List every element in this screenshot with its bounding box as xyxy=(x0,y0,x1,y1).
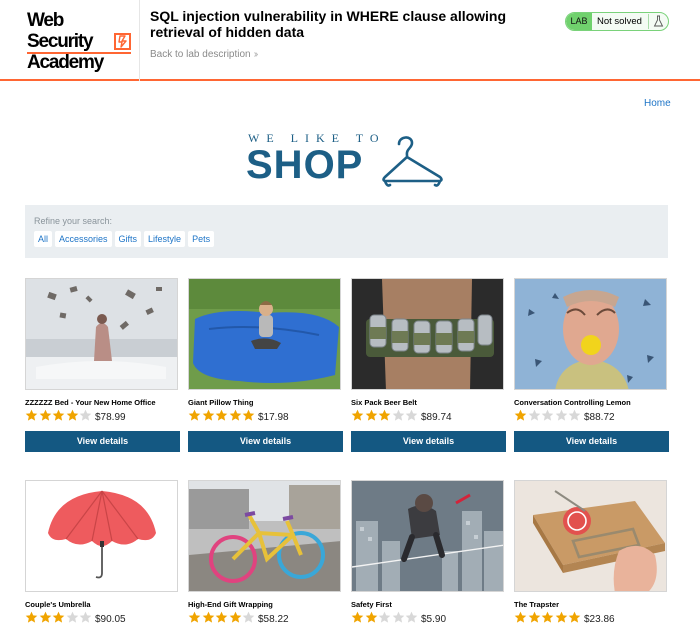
star-filled-icon xyxy=(555,611,567,623)
star-empty-icon xyxy=(568,409,581,421)
star-filled-icon xyxy=(514,409,527,421)
star-filled-icon xyxy=(39,409,51,421)
product-image[interactable] xyxy=(188,278,341,390)
logo-line-2: Academy xyxy=(27,52,104,73)
lab-status-widget: LAB Not solved xyxy=(565,12,669,31)
star-filled-icon xyxy=(215,611,228,623)
refine-search-label: Refine your search: xyxy=(34,216,113,226)
star-filled-icon xyxy=(39,611,51,623)
home-link[interactable]: Home xyxy=(644,98,671,109)
star-filled-icon xyxy=(514,611,527,623)
view-details-button[interactable]: View details xyxy=(514,431,669,452)
header-divider xyxy=(139,0,140,81)
flask-icon xyxy=(648,14,667,29)
product-name: Giant Pillow Thing xyxy=(188,398,254,407)
view-details-button[interactable]: View details xyxy=(188,431,343,452)
star-filled-icon xyxy=(52,409,65,421)
category-filter-list: All Accessories Gifts Lifestyle Pets xyxy=(34,231,215,247)
back-to-lab-description-link[interactable]: Back to lab description ›› xyxy=(150,49,258,60)
product-price: $17.98 xyxy=(258,412,289,423)
product-image[interactable] xyxy=(514,278,667,390)
product-image[interactable] xyxy=(25,278,178,390)
product-image[interactable] xyxy=(188,480,341,592)
star-filled-icon xyxy=(528,611,540,623)
star-filled-icon xyxy=(25,409,38,421)
product-price: $88.72 xyxy=(584,412,615,423)
filter-gifts[interactable]: Gifts xyxy=(114,231,142,247)
star-filled-icon xyxy=(242,409,255,421)
star-empty-icon xyxy=(66,611,78,623)
product-name: Six Pack Beer Belt xyxy=(351,398,417,407)
product-image[interactable] xyxy=(514,480,667,592)
star-empty-icon xyxy=(242,611,255,623)
star-filled-icon xyxy=(66,409,78,421)
product-image[interactable] xyxy=(351,480,504,592)
product-name: Conversation Controlling Lemon xyxy=(514,398,631,407)
product-price: $89.74 xyxy=(421,412,452,423)
search-panel: Refine your search: All Accessories Gift… xyxy=(25,205,668,258)
product-name: The Trapster xyxy=(514,600,560,609)
product-name: High-End Gift Wrapping xyxy=(188,600,273,609)
star-filled-icon xyxy=(215,409,228,421)
star-empty-icon xyxy=(405,611,418,623)
star-filled-icon xyxy=(202,611,214,623)
view-details-button[interactable]: View details xyxy=(351,431,506,452)
back-link-label: Back to lab description xyxy=(150,49,251,60)
star-filled-icon xyxy=(25,611,38,623)
banner-shop-word: SHOP xyxy=(246,143,364,187)
logo-underline xyxy=(27,52,131,54)
star-empty-icon xyxy=(528,409,540,421)
star-filled-icon xyxy=(568,611,581,623)
product-image[interactable] xyxy=(25,480,178,592)
filter-accessories[interactable]: Accessories xyxy=(55,231,112,247)
lightning-icon xyxy=(114,33,131,50)
academy-header: Web Security Academy SQL injection vulne… xyxy=(0,0,700,81)
product-image[interactable] xyxy=(351,278,504,390)
star-empty-icon xyxy=(392,611,404,623)
web-security-academy-logo[interactable]: Web Security Academy xyxy=(27,10,131,73)
star-empty-icon xyxy=(392,409,404,421)
product-name: Safety First xyxy=(351,600,392,609)
filter-lifestyle[interactable]: Lifestyle xyxy=(144,231,186,247)
product-name: ZZZZZZ Bed - Your New Home Office xyxy=(25,398,156,407)
star-filled-icon xyxy=(351,409,364,421)
star-filled-icon xyxy=(351,611,364,623)
star-filled-icon xyxy=(52,611,65,623)
star-filled-icon xyxy=(188,409,201,421)
view-details-button[interactable]: View details xyxy=(25,431,180,452)
star-filled-icon xyxy=(365,409,377,421)
star-empty-icon xyxy=(79,409,92,421)
star-filled-icon xyxy=(188,611,201,623)
filter-pets[interactable]: Pets xyxy=(188,231,215,247)
product-price: $58.22 xyxy=(258,614,289,625)
star-empty-icon xyxy=(405,409,418,421)
star-filled-icon xyxy=(378,409,391,421)
star-empty-icon xyxy=(555,409,567,421)
star-filled-icon xyxy=(229,409,241,421)
lab-badge: LAB xyxy=(566,13,592,30)
shop-banner: WE LIKE TO SHOP xyxy=(246,129,456,189)
star-filled-icon xyxy=(229,611,241,623)
product-price: $78.99 xyxy=(95,412,126,423)
star-empty-icon xyxy=(541,409,554,421)
hanger-icon xyxy=(382,136,443,187)
star-empty-icon xyxy=(79,611,92,623)
lab-status-text: Not solved xyxy=(597,16,642,27)
product-price: $5.90 xyxy=(421,614,447,625)
filter-all[interactable]: All xyxy=(34,231,53,247)
star-filled-icon xyxy=(202,409,214,421)
star-filled-icon xyxy=(541,611,554,623)
star-filled-icon xyxy=(365,611,377,623)
product-price: $23.86 xyxy=(584,614,615,625)
chevron-right-icon: ›› xyxy=(253,49,258,60)
star-empty-icon xyxy=(378,611,391,623)
lab-title: SQL injection vulnerability in WHERE cla… xyxy=(150,8,507,40)
product-price: $90.05 xyxy=(95,614,126,625)
product-name: Couple's Umbrella xyxy=(25,600,91,609)
